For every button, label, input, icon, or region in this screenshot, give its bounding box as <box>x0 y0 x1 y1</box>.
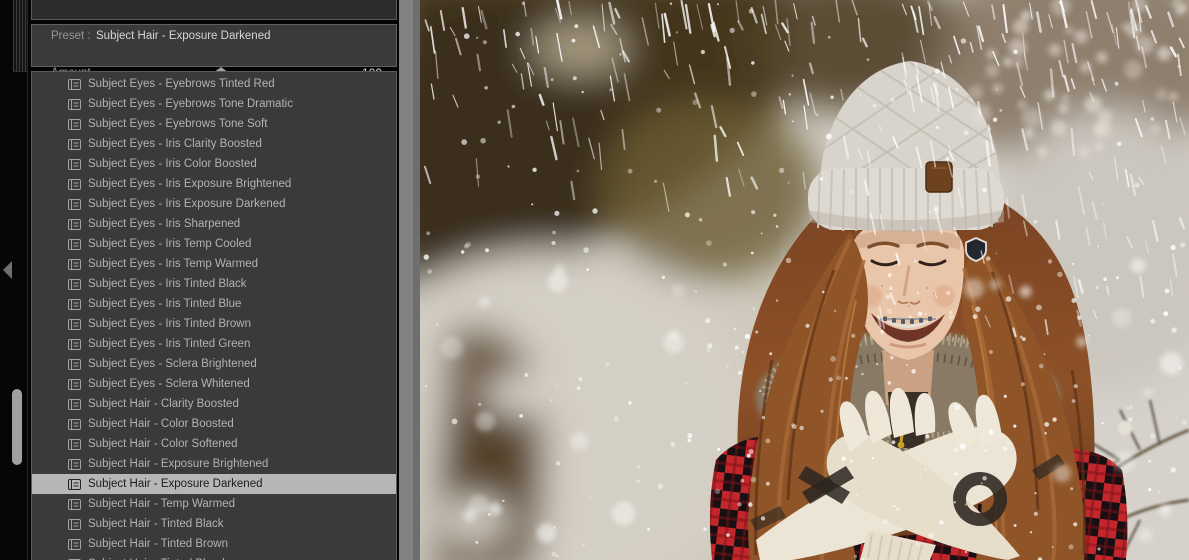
preset-list-item[interactable]: Subject Hair - Tinted Brown <box>32 534 396 554</box>
panel-above-remnant <box>31 0 397 20</box>
preset-icon <box>68 499 81 510</box>
preset-list-item[interactable]: Subject Hair - Clarity Boosted <box>32 394 396 414</box>
preset-icon <box>68 159 81 170</box>
preset-item-label: Subject Hair - Tinted Brown <box>88 538 228 550</box>
preset-icon <box>68 419 81 430</box>
preset-list-item[interactable]: Subject Eyes - Eyebrows Tone Dramatic <box>32 94 396 114</box>
collapse-panel-arrow-icon[interactable] <box>3 261 12 279</box>
preset-list-item[interactable]: Subject Eyes - Iris Sharpened <box>32 214 396 234</box>
panel-scrollbar-thumb[interactable] <box>12 389 22 465</box>
preset-list-item[interactable]: Subject Eyes - Iris Temp Cooled <box>32 234 396 254</box>
preset-icon <box>68 79 81 90</box>
preset-icon <box>68 439 81 450</box>
preset-list-item[interactable]: Subject Hair - Temp Warmed <box>32 494 396 514</box>
preset-item-label: Subject Eyes - Iris Tinted Green <box>88 338 250 350</box>
preset-list-item[interactable]: Subject Hair - Color Boosted <box>32 414 396 434</box>
rail-divider <box>27 0 28 560</box>
preset-item-label: Subject Hair - Exposure Darkened <box>88 478 263 490</box>
preset-item-label: Subject Eyes - Eyebrows Tone Dramatic <box>88 98 293 110</box>
preset-list-item[interactable]: Subject Hair - Color Softened <box>32 434 396 454</box>
preset-list-item[interactable]: Subject Eyes - Iris Tinted Brown <box>32 314 396 334</box>
preset-list-item[interactable]: Subject Eyes - Iris Tinted Blue <box>32 294 396 314</box>
photo-preview[interactable] <box>420 0 1189 560</box>
preset-icon <box>68 239 81 250</box>
preset-list: Subject Eyes - Eyebrows Tinted Red Subje… <box>32 74 396 560</box>
preset-list-item[interactable]: Subject Eyes - Iris Color Boosted <box>32 154 396 174</box>
preset-list-item[interactable]: Subject Hair - Tinted Black <box>32 514 396 534</box>
preset-list-item[interactable]: Subject Eyes - Eyebrows Tone Soft <box>32 114 396 134</box>
preset-list-item[interactable]: Subject Hair - Tinted Blonde <box>32 554 396 560</box>
preset-list-item[interactable]: Subject Eyes - Sclera Whitened <box>32 374 396 394</box>
preset-item-label: Subject Hair - Exposure Brightened <box>88 458 268 470</box>
lightroom-window: Preset : Subject Hair - Exposure Darkene… <box>0 0 1189 560</box>
preset-icon <box>68 279 81 290</box>
preset-icon <box>68 339 81 350</box>
hat-leather-tag <box>926 162 952 192</box>
preset-icon <box>68 299 81 310</box>
preset-item-label: Subject Eyes - Eyebrows Tinted Red <box>88 78 275 90</box>
preset-icon <box>68 139 81 150</box>
panel-gutter <box>399 0 420 560</box>
preset-item-label: Subject Eyes - Iris Exposure Brightened <box>88 178 291 190</box>
preset-icon <box>68 199 81 210</box>
preset-icon <box>68 119 81 130</box>
preset-list-item[interactable]: Subject Eyes - Iris Clarity Boosted <box>32 134 396 154</box>
preset-list-item[interactable]: Subject Eyes - Iris Exposure Darkened <box>32 194 396 214</box>
preset-item-label: Subject Hair - Color Boosted <box>88 418 234 430</box>
preset-list-item[interactable]: Subject Eyes - Iris Temp Warmed <box>32 254 396 274</box>
preset-icon <box>68 99 81 110</box>
preset-list-item[interactable]: Subject Hair - Exposure Darkened <box>32 474 396 494</box>
preset-icon <box>68 519 81 530</box>
preset-item-label: Subject Eyes - Eyebrows Tone Soft <box>88 118 267 130</box>
preset-list-item[interactable]: Subject Eyes - Iris Exposure Brightened <box>32 174 396 194</box>
preset-item-label: Subject Eyes - Iris Tinted Brown <box>88 318 251 330</box>
left-panel-rail <box>0 0 30 560</box>
preset-item-label: Subject Eyes - Iris Sharpened <box>88 218 240 230</box>
preset-item-label: Subject Eyes - Iris Exposure Darkened <box>88 198 286 210</box>
preset-item-label: Subject Hair - Clarity Boosted <box>88 398 239 410</box>
preset-icon <box>68 319 81 330</box>
preset-item-label: Subject Eyes - Iris Tinted Blue <box>88 298 241 310</box>
preset-icon <box>68 459 81 470</box>
preset-icon <box>68 399 81 410</box>
preset-icon <box>68 479 81 490</box>
preset-item-label: Subject Eyes - Iris Color Boosted <box>88 158 257 170</box>
preset-icon <box>68 219 81 230</box>
preset-item-label: Subject Eyes - Iris Tinted Black <box>88 278 247 290</box>
preset-header-panel: Preset : Subject Hair - Exposure Darkene… <box>31 24 397 67</box>
preset-item-label: Subject Eyes - Iris Temp Cooled <box>88 238 251 250</box>
preset-item-label: Subject Hair - Tinted Black <box>88 518 224 530</box>
preset-list-item[interactable]: Subject Eyes - Iris Tinted Black <box>32 274 396 294</box>
preset-icon <box>68 539 81 550</box>
preset-list-item[interactable]: Subject Hair - Exposure Brightened <box>32 454 396 474</box>
preset-item-label: Subject Eyes - Sclera Brightened <box>88 358 257 370</box>
preset-icon <box>68 379 81 390</box>
zipper-pull <box>898 442 905 449</box>
preset-item-label: Subject Eyes - Sclera Whitened <box>88 378 250 390</box>
preset-list-panel: Subject Eyes - Eyebrows Tinted Red Subje… <box>31 71 397 560</box>
preset-list-item[interactable]: Subject Eyes - Iris Tinted Green <box>32 334 396 354</box>
preset-list-item[interactable]: Subject Eyes - Sclera Brightened <box>32 354 396 374</box>
panel-scrollbar-track <box>13 0 27 72</box>
preset-icon <box>68 359 81 370</box>
preset-label: Preset : <box>51 28 91 44</box>
preset-list-item[interactable]: Subject Eyes - Eyebrows Tinted Red <box>32 74 396 94</box>
preset-item-label: Subject Eyes - Iris Clarity Boosted <box>88 138 262 150</box>
preset-value: Subject Hair - Exposure Darkened <box>96 28 271 44</box>
preset-item-label: Subject Hair - Temp Warmed <box>88 498 235 510</box>
preset-item-label: Subject Hair - Color Softened <box>88 438 238 450</box>
preset-item-label: Subject Eyes - Iris Temp Warmed <box>88 258 258 270</box>
preset-icon <box>68 259 81 270</box>
preset-icon <box>68 179 81 190</box>
